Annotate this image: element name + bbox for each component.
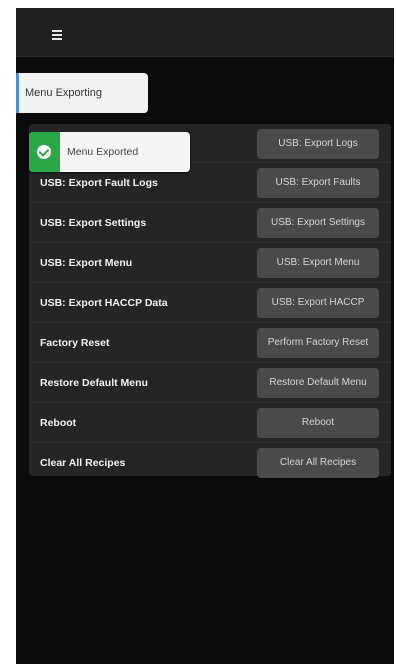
- row-label: USB: Export HACCP Data: [40, 296, 168, 309]
- row-label: Reboot: [40, 416, 77, 429]
- toast-message: Menu Exported: [67, 146, 139, 158]
- row-label: USB: Export Menu: [40, 256, 133, 269]
- row-label: Clear All Recipes: [40, 456, 126, 469]
- row-label: Restore Default Menu: [40, 376, 148, 389]
- toast-accent-strip: [29, 132, 60, 172]
- restore-default-menu-button[interactable]: Restore Default Menu: [257, 368, 379, 398]
- top-bar: [16, 8, 394, 57]
- row-export-menu: USB: Export Menu USB: Export Menu: [29, 243, 391, 283]
- app-screen: Menu Exporting USB: Export Logs USB: Exp…: [16, 8, 394, 664]
- row-export-settings: USB: Export Settings USB: Export Setting…: [29, 203, 391, 243]
- export-faults-button[interactable]: USB: Export Faults: [257, 168, 379, 198]
- row-factory-reset: Factory Reset Perform Factory Reset: [29, 323, 391, 363]
- success-toast: Menu Exported: [29, 132, 190, 172]
- clear-all-recipes-button[interactable]: Clear All Recipes: [257, 448, 379, 478]
- maintenance-panel: USB: Export Logs USB: Export Logs USB: E…: [29, 124, 391, 478]
- section-tab-menu-exporting[interactable]: Menu Exporting: [16, 73, 148, 113]
- row-export-haccp: USB: Export HACCP Data USB: Export HACCP: [29, 283, 391, 323]
- reboot-button[interactable]: Reboot: [257, 408, 379, 438]
- check-circle-icon: [37, 145, 51, 159]
- export-logs-button[interactable]: USB: Export Logs: [257, 129, 379, 159]
- row-label: Factory Reset: [40, 336, 110, 349]
- factory-reset-button[interactable]: Perform Factory Reset: [257, 328, 379, 358]
- row-clear-all-recipes: Clear All Recipes Clear All Recipes: [29, 443, 391, 482]
- export-haccp-button[interactable]: USB: Export HACCP: [257, 288, 379, 318]
- row-restore-default-menu: Restore Default Menu Restore Default Men…: [29, 363, 391, 403]
- row-reboot: Reboot Reboot: [29, 403, 391, 443]
- export-settings-button[interactable]: USB: Export Settings: [257, 208, 379, 238]
- export-menu-button[interactable]: USB: Export Menu: [257, 248, 379, 278]
- hamburger-icon[interactable]: [52, 30, 62, 40]
- section-tab-label: Menu Exporting: [25, 87, 103, 99]
- row-label: USB: Export Settings: [40, 216, 147, 229]
